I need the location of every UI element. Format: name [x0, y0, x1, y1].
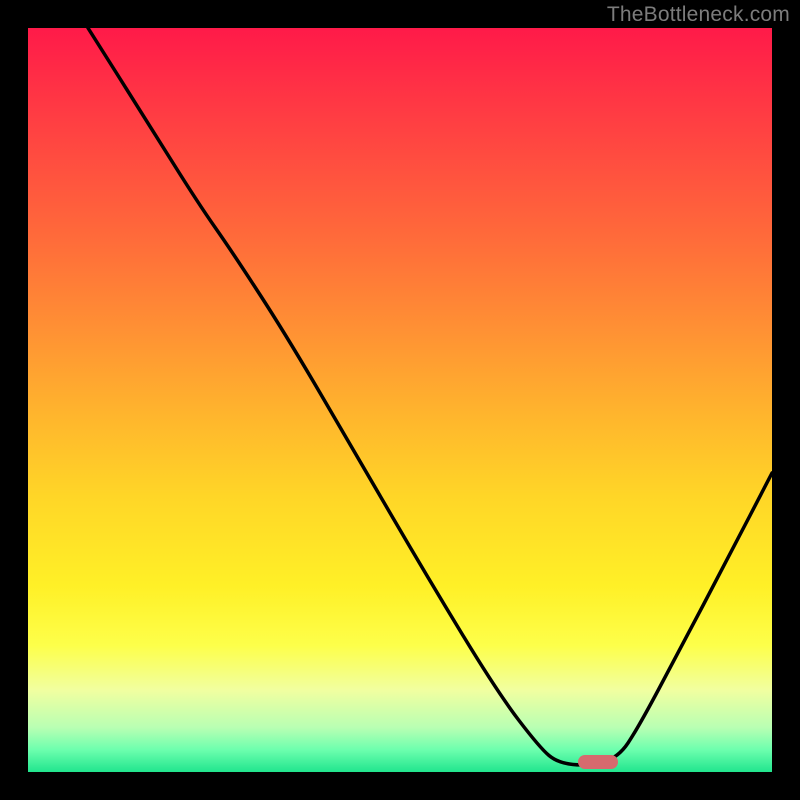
optimal-marker	[578, 755, 618, 769]
chart-frame: TheBottleneck.com	[0, 0, 800, 800]
watermark-text: TheBottleneck.com	[607, 3, 790, 27]
bottleneck-curve	[28, 28, 772, 772]
